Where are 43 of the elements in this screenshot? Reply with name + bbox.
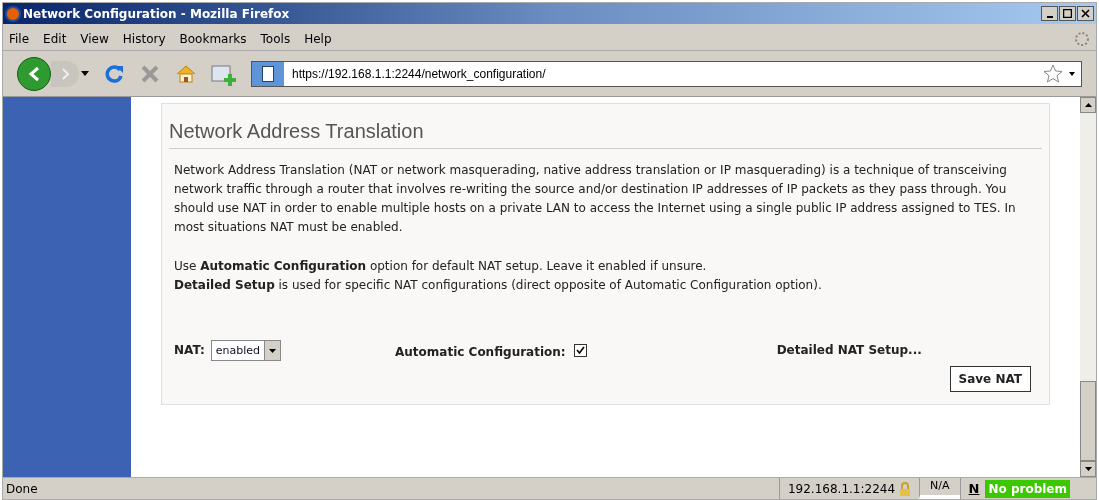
throbber-icon <box>1074 30 1090 47</box>
host-text: 192.168.1.1:2244 <box>787 480 896 498</box>
menu-item[interactable]: Bookmarks <box>179 29 247 48</box>
scrollbar[interactable] <box>1080 97 1096 477</box>
window-title: Network Configuration - Mozilla Firefox <box>23 5 290 23</box>
auto-config-label: Automatic Configuration: <box>395 344 566 361</box>
menu-item[interactable]: File <box>9 29 30 48</box>
back-button[interactable] <box>17 56 51 91</box>
dropdown-caret-icon[interactable] <box>1069 71 1075 76</box>
menu-item[interactable]: Edit <box>43 29 67 48</box>
detailed-setup-link[interactable]: Detailed NAT Setup... <box>776 341 922 360</box>
maximize-icon <box>1063 9 1072 18</box>
na-indicator: N/A <box>919 478 960 499</box>
minimize-button[interactable] <box>1041 6 1058 21</box>
minimize-icon <box>1046 16 1053 18</box>
auto-config-checkbox[interactable] <box>573 344 587 357</box>
section-title: Network Address Translation <box>169 116 1042 149</box>
nat-select[interactable]: enabled <box>210 340 281 361</box>
close-button[interactable] <box>1077 6 1094 21</box>
description-paragraph: Network Address Translation (NAT or network masquerading, native address translation or IP masquerading) is a technique of transceiving network traffic through a router that involves re-writing the source and/or destination IP addresses of IP packets as they pass through. You should use NAT in order to enable multiple hosts on a private LAN to access the Internet using a single public IP address assigned to TES. In most situations NAT must be enabled. <box>174 162 1017 236</box>
nat-label: NAT: <box>174 342 205 359</box>
padlock-icon <box>899 480 912 497</box>
menu-item[interactable]: History <box>122 29 166 48</box>
close-icon <box>1081 9 1090 18</box>
note-text: Detailed Setup is used for specific NAT configurations (direct opposite of Automatic Configuration option). <box>174 277 823 294</box>
status-text: Done <box>5 480 38 498</box>
save-nat-button[interactable]: Save NAT <box>949 366 1031 392</box>
menu-item[interactable]: View <box>80 29 109 48</box>
page-icon <box>252 61 284 86</box>
url-text: https://192.168.1.1:2244/network_configuration/ <box>292 65 546 83</box>
maximize-button[interactable] <box>1059 6 1076 21</box>
n-logo-icon: N <box>968 478 980 499</box>
scroll-up-icon[interactable] <box>1080 97 1096 113</box>
note-text: Use Automatic Configuration option for default NAT setup. Leave it enabled if unsure. <box>174 258 708 275</box>
status-badge: No problem <box>985 479 1070 498</box>
scroll-down-icon[interactable] <box>1080 461 1096 477</box>
star-icon[interactable] <box>1043 63 1063 84</box>
menu-item[interactable]: Help <box>304 29 332 48</box>
scroll-thumb[interactable] <box>1080 381 1096 461</box>
address-field[interactable]: https://192.168.1.1:2244/network_configuration/ <box>251 60 1082 87</box>
reload-icon[interactable] <box>103 62 125 85</box>
dropdown-caret-icon <box>81 71 89 76</box>
menu-item[interactable]: Tools <box>260 29 291 48</box>
